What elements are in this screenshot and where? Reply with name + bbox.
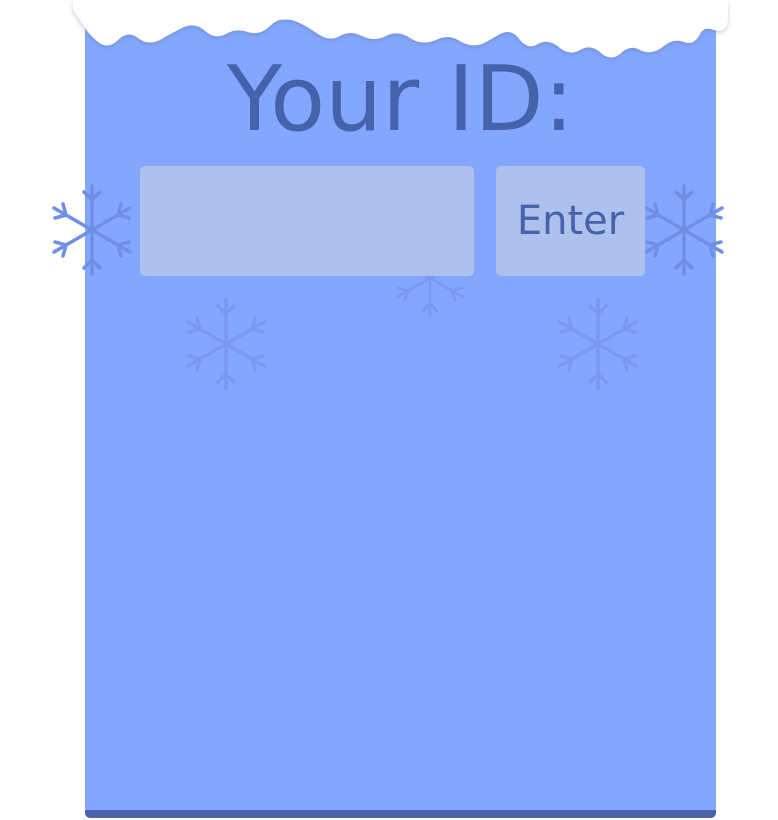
id-input[interactable] (140, 166, 474, 276)
snowflake-icon (558, 298, 638, 390)
snowflake-icon (52, 184, 132, 276)
panel-bottom-edge (85, 810, 716, 818)
enter-button[interactable]: Enter (496, 166, 645, 276)
snowflake-icon (186, 298, 266, 390)
page-title: Your ID: (227, 47, 574, 152)
login-screen: Your ID: Enter (0, 0, 778, 820)
snowflake-icon (644, 184, 724, 276)
